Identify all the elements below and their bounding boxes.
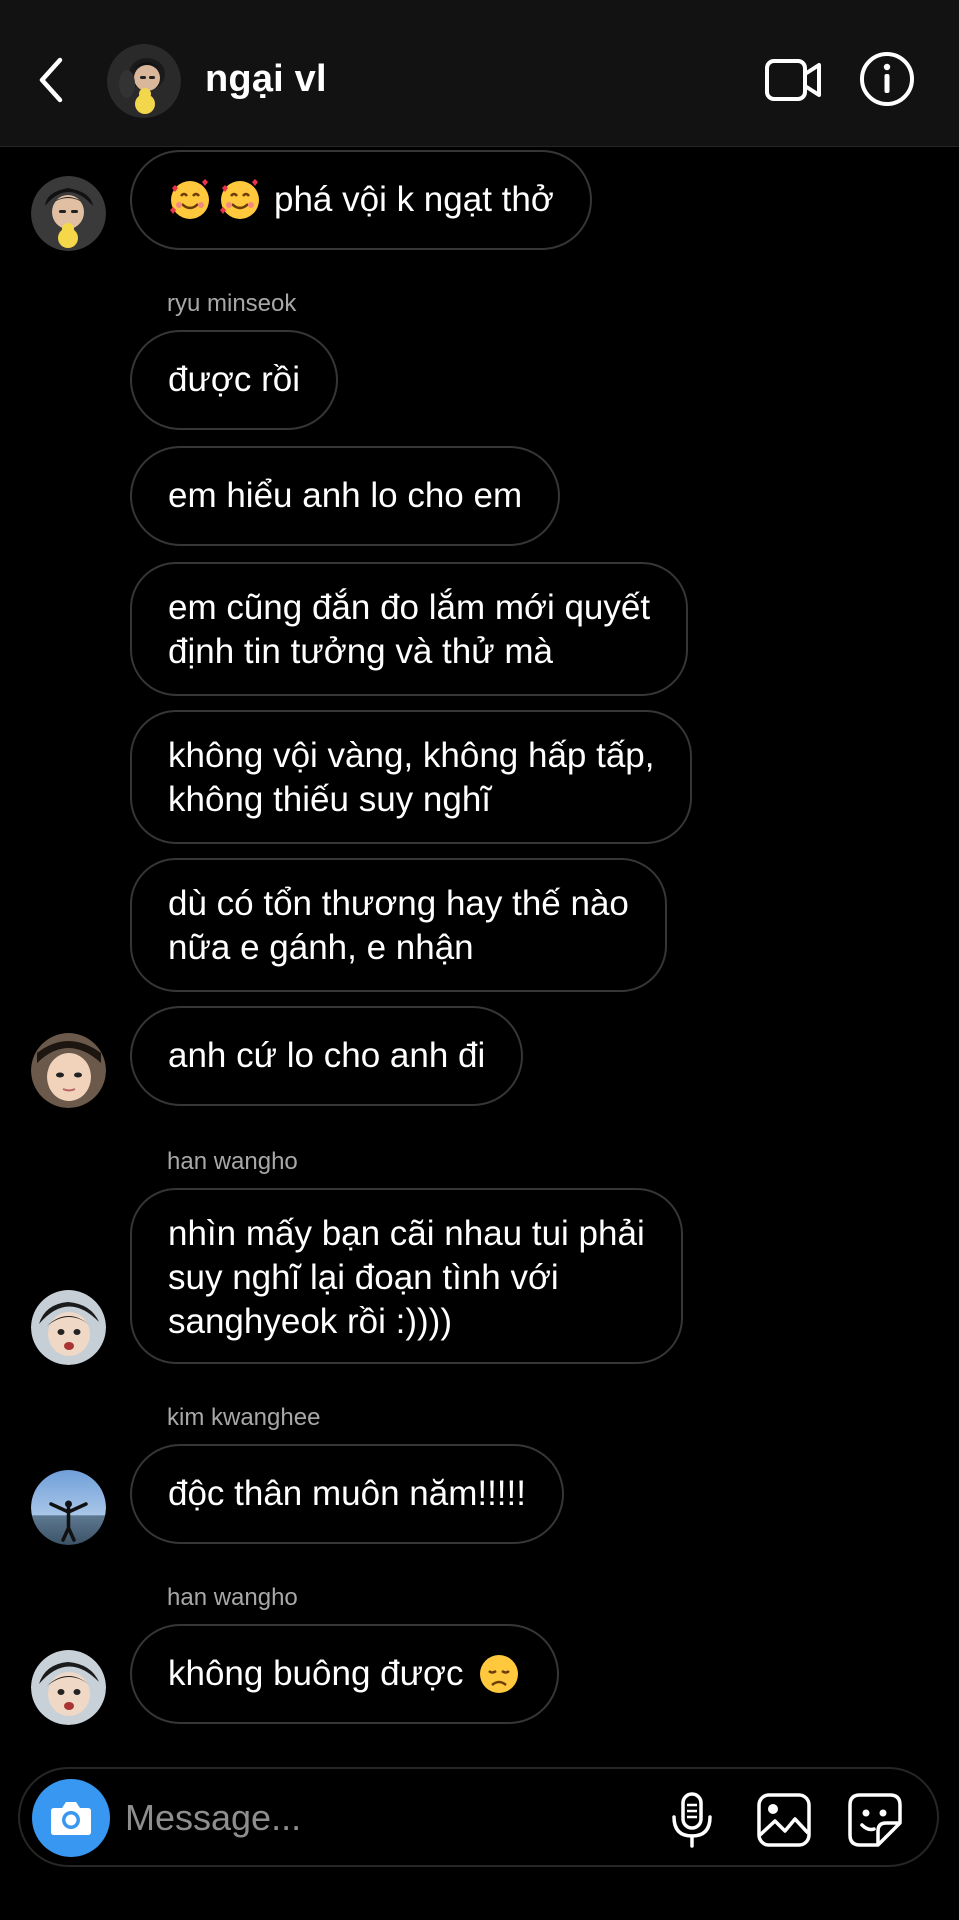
- disappointed-face-icon: [480, 1655, 519, 1693]
- sender-name: han wangho: [167, 1148, 298, 1175]
- message-bubble[interactable]: phá vội k ngạt thở: [130, 150, 592, 250]
- message-text-line: không thiếu suy nghĩ: [168, 780, 492, 819]
- message-bubble[interactable]: anh cứ lo cho anh đi: [130, 1006, 524, 1106]
- message-text: phá vội k ngạt thở: [274, 180, 554, 219]
- message-text: không buông được: [168, 1654, 464, 1693]
- message-text-line: không vội vàng, không hấp tấp,: [168, 736, 655, 775]
- chat-title[interactable]: ngại vl: [205, 58, 327, 101]
- back-button[interactable]: [30, 50, 74, 110]
- camera-icon: [51, 1802, 91, 1835]
- avatar[interactable]: [31, 1650, 106, 1725]
- avatar[interactable]: [31, 1033, 106, 1108]
- gallery-button[interactable]: [755, 1791, 813, 1849]
- message-text: em hiểu anh lo cho em: [168, 476, 523, 515]
- message-bubble[interactable]: không vội vàng, không hấp tấp, không thi…: [130, 710, 693, 844]
- voice-message-button[interactable]: [664, 1791, 720, 1849]
- sender-name: kim kwanghee: [167, 1404, 321, 1431]
- message-text-line: dù có tổn thương hay thế nào: [168, 884, 629, 923]
- message-bubble[interactable]: được rồi: [130, 330, 338, 430]
- sender-name: han wangho: [167, 1584, 298, 1611]
- message-composer: [18, 1767, 939, 1867]
- chevron-left-icon: [39, 57, 63, 103]
- gallery-icon: [757, 1793, 811, 1847]
- info-button[interactable]: [858, 50, 916, 108]
- message-bubble[interactable]: dù có tổn thương hay thế nào nữa e gánh,…: [130, 858, 667, 992]
- message-text-line: em cũng đắn đo lắm mới quyết: [168, 588, 651, 627]
- video-call-button[interactable]: [764, 52, 824, 108]
- message-text: anh cứ lo cho anh đi: [168, 1036, 486, 1075]
- smiling-face-with-hearts-icon: [220, 179, 259, 219]
- message-text: được rồi: [168, 360, 300, 399]
- group-avatar[interactable]: [107, 44, 181, 118]
- info-icon: [860, 52, 914, 106]
- avatar[interactable]: [31, 176, 106, 251]
- avatar[interactable]: [31, 1290, 106, 1365]
- message-bubble[interactable]: nhìn mấy bạn cãi nhau tui phải suy nghĩ …: [130, 1188, 683, 1364]
- message-text-line: định tin tưởng và thử mà: [168, 632, 553, 671]
- message-text-line: suy nghĩ lại đoạn tình với: [168, 1258, 559, 1297]
- camera-button[interactable]: [32, 1779, 110, 1857]
- avatar[interactable]: [31, 1470, 106, 1545]
- message-bubble[interactable]: em cũng đắn đo lắm mới quyết định tin tư…: [130, 562, 689, 696]
- message-text-line: nữa e gánh, e nhận: [168, 928, 474, 967]
- smiling-face-with-hearts-icon: [170, 179, 209, 219]
- video-call-icon: [765, 59, 821, 101]
- message-bubble[interactable]: độc thân muôn năm!!!!!: [130, 1444, 564, 1544]
- message-bubble[interactable]: không buông được: [130, 1624, 560, 1724]
- chat-header: ngại vl: [0, 0, 959, 147]
- message-bubble[interactable]: em hiểu anh lo cho em: [130, 446, 561, 546]
- message-input[interactable]: [125, 1791, 565, 1845]
- microphone-icon: [672, 1792, 712, 1848]
- message-text-line: sanghyeok rồi :)))): [168, 1302, 452, 1341]
- message-text-line: nhìn mấy bạn cãi nhau tui phải: [168, 1214, 645, 1253]
- sender-name: ryu minseok: [167, 290, 297, 317]
- sticker-button[interactable]: [846, 1791, 904, 1849]
- message-text: độc thân muôn năm!!!!!: [168, 1474, 526, 1513]
- sticker-icon: [848, 1793, 902, 1847]
